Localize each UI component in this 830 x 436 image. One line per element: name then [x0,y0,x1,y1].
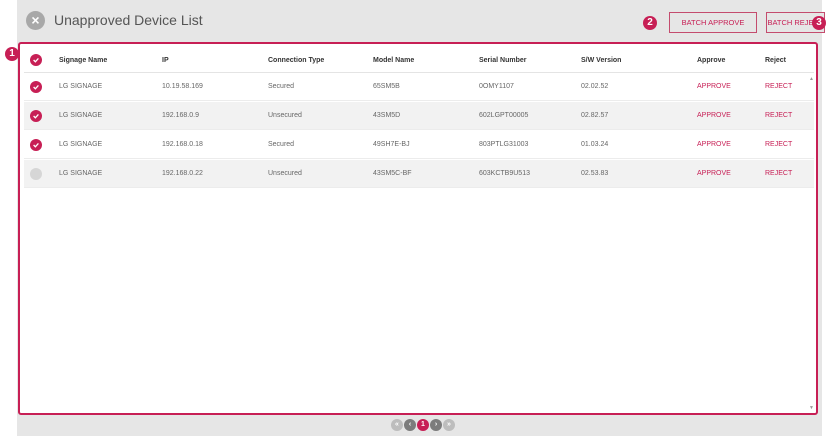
page-title: Unapproved Device List [54,12,203,28]
table-row: LG SIGNAGE 192.168.0.22 Unsecured 43SM5C… [24,160,814,188]
ip-cell: 192.168.0.9 [162,112,199,119]
scroll-up-arrow[interactable]: ▲ [809,76,814,82]
column-header-connection-type: Connection Type [268,56,325,64]
reject-link[interactable]: REJECT [765,73,792,100]
row-checkbox[interactable] [30,73,44,100]
device-table-panel: Signage Name IP Connection Type Model Na… [18,42,818,415]
model-name-cell: 65SM5B [373,83,400,90]
column-header-serial-number: Serial Number [479,56,527,64]
serial-number-cell: 803PTLG31003 [479,141,529,148]
signage-name-cell: LG SIGNAGE [59,141,103,148]
connection-type-cell: Unsecured [268,170,302,177]
ip-cell: 192.168.0.22 [162,170,203,177]
select-all-checkbox[interactable] [30,48,44,72]
column-header-ip: IP [162,56,169,64]
prev-page-icon[interactable]: ‹ [404,419,416,431]
reject-link[interactable]: REJECT [765,160,792,187]
approve-link[interactable]: APPROVE [697,131,731,158]
row-checkbox[interactable] [30,131,44,158]
page-1-button[interactable]: 1 [417,419,429,431]
signage-name-cell: LG SIGNAGE [59,170,103,177]
callout-badge-1: 1 [5,47,19,61]
table-row: LG SIGNAGE 10.19.58.169 Secured 65SM5B 0… [24,73,814,101]
sw-version-cell: 02.53.83 [581,170,609,177]
sw-version-cell: 02.82.57 [581,112,609,119]
scroll-down-arrow[interactable]: ▼ [809,405,814,411]
callout-badge-2: 2 [643,16,657,30]
batch-approve-button[interactable]: BATCH APPROVE [669,12,757,33]
serial-number-cell: 602LGPT00005 [479,112,529,119]
serial-number-cell: 603KCTB9U513 [479,170,530,177]
table-header-row: Signage Name IP Connection Type Model Na… [24,48,814,73]
ip-cell: 192.168.0.18 [162,141,203,148]
close-icon[interactable]: × [26,11,45,30]
serial-number-cell: 0OMY1107 [479,83,514,90]
connection-type-cell: Secured [268,141,295,148]
approve-link[interactable]: APPROVE [697,73,731,100]
signage-name-cell: LG SIGNAGE [59,112,103,119]
column-header-model-name: Model Name [373,56,415,64]
row-checkbox[interactable] [30,102,44,129]
pagination: « ‹ 1 › » [391,419,455,431]
model-name-cell: 43SM5C-BF [373,170,412,177]
connection-type-cell: Unsecured [268,112,302,119]
table-row: LG SIGNAGE 192.168.0.18 Secured 49SH7E-B… [24,131,814,159]
sw-version-cell: 02.02.52 [581,83,609,90]
row-checkbox-unchecked[interactable] [30,160,44,187]
connection-type-cell: Secured [268,83,295,90]
table-row: LG SIGNAGE 192.168.0.9 Unsecured 43SM5D … [24,102,814,130]
column-header-approve: Approve [697,56,726,64]
sw-version-cell: 01.03.24 [581,141,609,148]
first-page-icon[interactable]: « [391,419,403,431]
column-header-signage-name: Signage Name [59,56,108,64]
column-header-sw-version: S/W Version [581,56,622,64]
reject-link[interactable]: REJECT [765,102,792,129]
reject-link[interactable]: REJECT [765,131,792,158]
next-page-icon[interactable]: › [430,419,442,431]
header-bar: × Unapproved Device List BATCH APPROVE B… [17,0,825,42]
model-name-cell: 43SM5D [373,112,401,119]
callout-badge-3: 3 [812,16,826,30]
signage-name-cell: LG SIGNAGE [59,83,103,90]
approve-link[interactable]: APPROVE [697,102,731,129]
approve-link[interactable]: APPROVE [697,160,731,187]
model-name-cell: 49SH7E-BJ [373,141,410,148]
column-header-reject: Reject [765,56,787,64]
ip-cell: 10.19.58.169 [162,83,203,90]
last-page-icon[interactable]: » [443,419,455,431]
